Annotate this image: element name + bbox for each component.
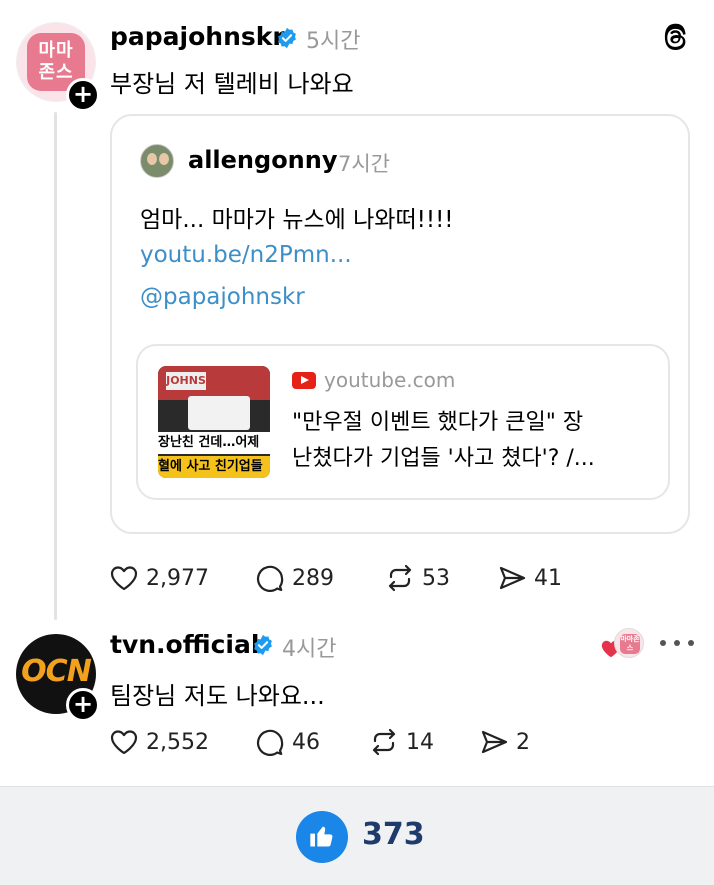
threads-logo-icon[interactable] (660, 22, 690, 52)
avatar-text: OCN (21, 654, 92, 689)
post-time: 4시간 (282, 637, 337, 662)
share-count: 41 (534, 565, 562, 591)
post-actions: 2,977 289 53 41 (0, 560, 714, 596)
repost-count: 53 (422, 565, 450, 591)
author-liked-badge: 마마존스 (600, 628, 646, 658)
share-button[interactable]: 2 (478, 724, 530, 760)
post-username[interactable]: tvn.official (110, 630, 259, 659)
repost-button[interactable]: 53 (384, 560, 450, 596)
link-preview-card[interactable]: JOHNS 장난친 건데…어제 혈에 사고 친기업들 youtube.com "… (136, 344, 670, 500)
follow-plus-icon[interactable]: + (66, 688, 100, 722)
heart-icon (110, 730, 138, 755)
thread-line (54, 112, 57, 620)
liked-by-avatar-text: 마마존스 (620, 634, 640, 654)
liked-by-avatar: 마마존스 (614, 628, 644, 658)
share-icon (499, 566, 526, 590)
avatar-text: 마마 (38, 40, 74, 61)
footer-like-count: 373 (362, 817, 425, 852)
more-icon[interactable] (660, 628, 694, 658)
like-count: 2,552 (146, 729, 209, 755)
link-title-line: 난쳤다가 기업들 '사고 쳤다'? /... (292, 446, 595, 471)
share-button[interactable]: 41 (496, 560, 562, 596)
quoted-username[interactable]: allengonny (188, 146, 338, 174)
quoted-mention[interactable]: @papajohnskr (140, 284, 305, 310)
reply-button[interactable]: 289 (254, 560, 334, 596)
footer-like-bar: 373 (0, 786, 714, 885)
post-text: 부장님 저 텔레비 나와요 (110, 70, 354, 98)
quoted-link[interactable]: youtu.be/n2Pmn... (140, 242, 352, 268)
reply-count: 289 (292, 565, 334, 591)
post-text: 팀장님 저도 나와요... (110, 682, 325, 710)
repost-count: 14 (406, 729, 434, 755)
quoted-time: 7시간 (338, 152, 391, 176)
post-actions: 2,552 46 14 2 (0, 724, 714, 760)
like-button[interactable]: 2,977 (108, 560, 209, 596)
reply-button[interactable]: 46 (254, 724, 320, 760)
repost-button[interactable]: 14 (368, 724, 434, 760)
like-button[interactable]: 2,552 (108, 724, 209, 760)
comment-icon (256, 565, 284, 592)
share-count: 2 (516, 729, 530, 755)
thumbnail-caption: 장난친 건데…어제 (158, 432, 270, 454)
repost-icon (372, 728, 396, 756)
quoted-post-card[interactable]: allengonny 7시간 엄마... 마마가 뉴스에 나와떠!!!! you… (110, 114, 690, 534)
quoted-text: 엄마... 마마가 뉴스에 나와떠!!!! (140, 207, 454, 233)
youtube-icon (292, 372, 316, 389)
post-time: 5시간 (306, 29, 361, 54)
thumbs-up-button[interactable] (296, 811, 348, 863)
like-count: 2,977 (146, 565, 209, 591)
thumbs-up-icon (310, 826, 333, 847)
reply-count: 46 (292, 729, 320, 755)
video-thumbnail: JOHNS 장난친 건데…어제 혈에 사고 친기업들 (158, 366, 270, 478)
thumbnail-sign: JOHNS (166, 372, 206, 390)
heart-icon (110, 566, 138, 591)
post-username[interactable]: papajohnskr (110, 22, 285, 51)
link-domain: youtube.com (324, 368, 456, 392)
thumbnail-caption: 혈에 사고 친기업들 (158, 456, 270, 478)
verified-icon (278, 27, 296, 49)
link-title-line: "만우절 이벤트 했다가 큰일" 장 (292, 410, 584, 435)
follow-plus-icon[interactable]: + (66, 78, 100, 112)
comment-icon (256, 729, 284, 756)
verified-icon (254, 634, 272, 656)
repost-icon (388, 564, 412, 592)
quoted-avatar[interactable] (140, 144, 174, 178)
share-icon (481, 730, 508, 754)
